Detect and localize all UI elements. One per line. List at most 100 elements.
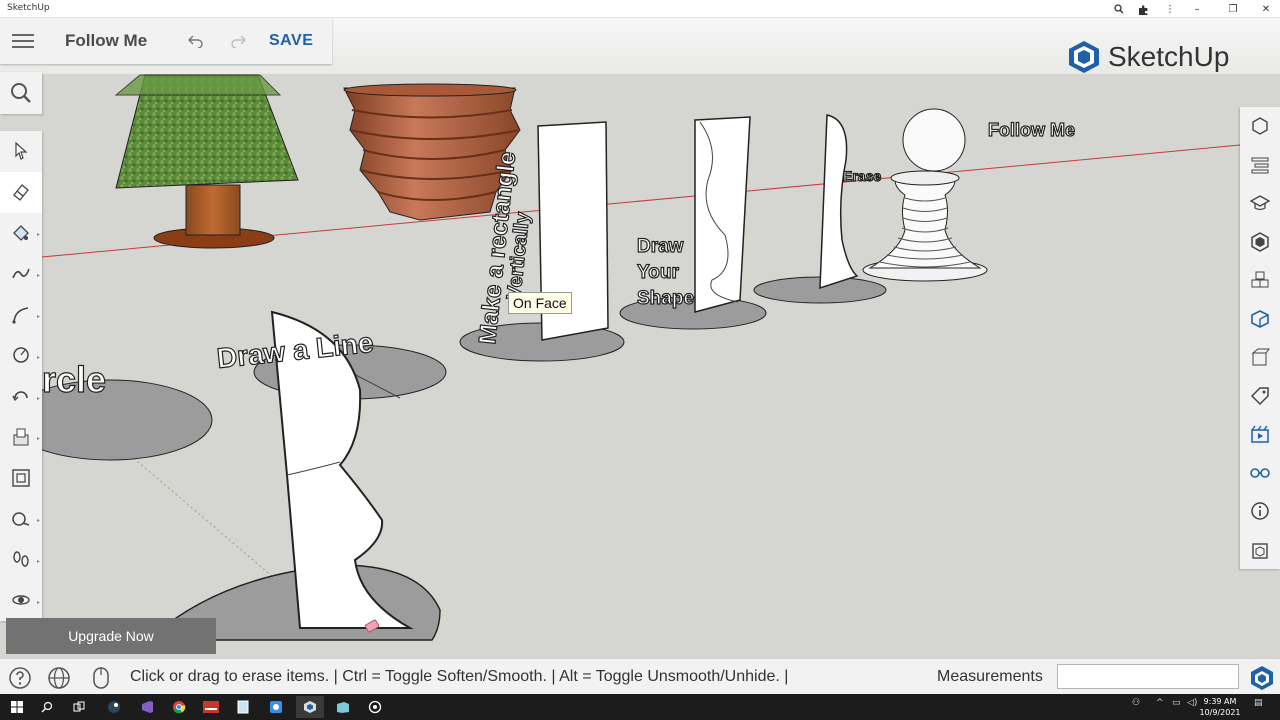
mouse-icon[interactable] (88, 665, 114, 691)
label-your: Your (637, 262, 679, 283)
label-draw: Draw (637, 236, 684, 257)
tape-measure-tool[interactable]: ▸ (0, 498, 42, 539)
upgrade-now-button[interactable]: Upgrade Now (6, 618, 216, 654)
eraser-tool[interactable] (0, 171, 42, 213)
display-button[interactable] (1240, 454, 1280, 493)
brand-name: SketchUp (1108, 41, 1230, 72)
right-panel-toolbar (1240, 107, 1280, 569)
extensions-icon[interactable] (1132, 1, 1154, 17)
erase-panel (819, 114, 859, 290)
window-title: SketchUp (7, 3, 50, 13)
undo-icon[interactable] (175, 18, 217, 64)
instructor-icon (1250, 195, 1270, 211)
label-shape: Shape (637, 288, 694, 309)
notepad-icon[interactable] (229, 696, 257, 718)
tray-up-icon[interactable]: ^ (1156, 698, 1164, 708)
components-button[interactable] (1240, 261, 1280, 300)
search-icon (11, 83, 31, 103)
minimize-button[interactable]: – (1186, 1, 1208, 17)
help-icon[interactable] (7, 665, 33, 691)
tags-icon (1250, 387, 1269, 405)
walk-icon (13, 551, 29, 568)
volume-icon[interactable]: ◁) (1187, 698, 1197, 708)
steam-icon[interactable] (100, 696, 128, 718)
close-button[interactable]: ✕ (1255, 1, 1277, 17)
circle-tool[interactable]: ▸ (0, 335, 42, 376)
hamburger-menu-icon[interactable] (0, 18, 46, 64)
app-blue-icon[interactable] (262, 696, 290, 718)
arc-tool[interactable]: ▸ (0, 294, 42, 335)
sketchup-logo-icon (1069, 41, 1099, 73)
network-icon[interactable]: ▭ (1172, 698, 1181, 708)
info-icon (1251, 502, 1269, 520)
circle-tool-icon (13, 347, 29, 364)
app-folder-icon[interactable] (329, 696, 357, 718)
restore-button[interactable]: ❐ (1222, 1, 1244, 17)
label-erase: Erase (843, 168, 881, 184)
clock-date: 10/9/2021 (1199, 708, 1241, 717)
entity-info-button[interactable] (1240, 107, 1280, 146)
push-pull-tool[interactable]: ▸ (0, 417, 42, 458)
walk-tool[interactable]: ▸ (0, 539, 42, 580)
paint-tool[interactable]: ▸ (0, 213, 42, 254)
rotate-icon (12, 391, 28, 402)
measurements-input[interactable] (1057, 664, 1239, 689)
snap-tooltip: On Face (508, 292, 572, 314)
tape-measure-icon (12, 511, 30, 526)
sketchup-taskbar-icon[interactable] (296, 696, 324, 718)
chrome-icon[interactable] (165, 696, 193, 718)
sketchup-status-logo-icon[interactable] (1249, 665, 1275, 691)
instructor-button[interactable] (1240, 184, 1280, 223)
push-pull-icon (13, 428, 29, 446)
arc-icon (12, 306, 29, 324)
clock-time: 9:39 AM (1203, 697, 1237, 706)
more-icon[interactable]: ⋮ (1159, 1, 1181, 17)
entity-info-icon (1252, 117, 1268, 136)
layers-button[interactable] (1240, 146, 1280, 185)
active-tool-title: Follow Me (65, 31, 148, 50)
task-view-icon[interactable] (65, 696, 93, 718)
offset-tool[interactable] (0, 457, 42, 498)
windows-start-icon[interactable] (3, 696, 31, 718)
layers-icon (1251, 157, 1269, 174)
notifications-icon[interactable]: ▤ (1254, 698, 1263, 708)
orbit-tool[interactable]: ▸ (0, 580, 42, 621)
info-button[interactable] (1240, 492, 1280, 531)
scene-drawing: rcle Draw a Line Make a rectangle Vertic… (7, 74, 1241, 641)
select-tool[interactable] (0, 131, 42, 172)
freehand-icon (12, 268, 30, 279)
status-hint: Click or drag to erase items. | Ctrl = T… (130, 668, 789, 685)
search-button[interactable] (0, 72, 42, 114)
outliner-button[interactable] (1240, 338, 1280, 377)
orbit-icon (12, 595, 30, 605)
draw-shape-panel (694, 116, 751, 313)
status-bar: Click or drag to erase items. | Ctrl = T… (0, 658, 1280, 694)
visual-studio-icon[interactable] (133, 696, 161, 718)
solid-inspector-button[interactable] (1240, 531, 1280, 570)
globe-icon[interactable] (46, 665, 72, 691)
taskbar-clock[interactable]: 9:39 AM 10/9/2021 (1198, 696, 1242, 718)
display-icon (1250, 467, 1270, 478)
app-circle-icon[interactable] (361, 696, 389, 718)
tree-model (114, 74, 299, 249)
save-button[interactable]: SAVE (269, 32, 313, 50)
styles-button[interactable] (1240, 300, 1280, 339)
scenes-button[interactable] (1240, 415, 1280, 454)
app-red-icon[interactable] (197, 696, 225, 718)
windows-taskbar: ⚇ ^ ▭ ◁) 9:39 AM 10/9/2021 ▤ (0, 694, 1280, 720)
components-icon (1251, 271, 1269, 288)
redo-icon[interactable] (217, 18, 259, 64)
freehand-tool[interactable]: ▸ (0, 253, 42, 294)
rotate-tool[interactable]: ▸ (0, 376, 42, 417)
tags-button[interactable] (1240, 377, 1280, 416)
zoom-icon[interactable] (1108, 1, 1130, 17)
modeling-viewport[interactable]: rcle Draw a Line Make a rectangle Vertic… (0, 18, 1280, 658)
people-icon[interactable]: ⚇ (1132, 698, 1140, 708)
pawn-model (862, 108, 988, 282)
taskbar-search-icon[interactable] (33, 696, 61, 718)
sketchup-window: SketchUp ⋮ – ❐ ✕ rcle Draw a Line Make a… (0, 0, 1280, 720)
outliner-icon (1251, 348, 1270, 366)
materials-icon (1251, 231, 1269, 252)
paint-bucket-icon (13, 225, 29, 241)
materials-button[interactable] (1240, 223, 1280, 262)
